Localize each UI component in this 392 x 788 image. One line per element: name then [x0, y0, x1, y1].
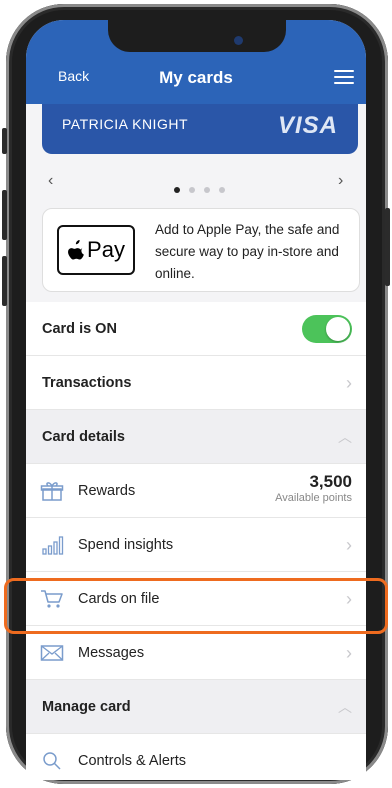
side-button-right: [385, 208, 390, 286]
card-on-row: Card is ON: [26, 302, 366, 356]
next-card-button[interactable]: ›: [338, 172, 343, 190]
chevron-right-icon: ›: [346, 535, 352, 555]
rewards-points-label: Available points: [275, 492, 352, 504]
messages-row[interactable]: Messages ›: [26, 626, 366, 680]
manage-card-section[interactable]: Manage card ︿: [26, 680, 366, 734]
controls-alerts-label: Controls & Alerts: [78, 753, 186, 769]
side-button-left: [2, 128, 7, 154]
notch: [108, 20, 286, 52]
side-button-left: [2, 256, 7, 306]
rewards-points: 3,500 Available points: [275, 472, 352, 504]
card-on-toggle[interactable]: [302, 315, 352, 343]
card-holder-name: PATRICIA KNIGHT: [62, 116, 188, 132]
camera: [234, 36, 243, 45]
screen: Back My cards PATRICIA KNIGHT VISA ‹ › P…: [26, 20, 366, 780]
carousel-dot[interactable]: [174, 187, 180, 193]
rewards-label: Rewards: [78, 483, 136, 499]
transactions-label: Transactions: [42, 375, 132, 391]
transactions-row[interactable]: Transactions ›: [26, 356, 366, 410]
previous-card-button[interactable]: ‹: [48, 172, 53, 190]
controls-alerts-row[interactable]: Controls & Alerts: [26, 734, 366, 780]
apple-logo-icon: [68, 239, 84, 259]
chevron-up-icon: ︿: [338, 429, 352, 445]
apple-pay-button[interactable]: Pay: [57, 225, 135, 275]
carousel-dots: [174, 180, 234, 198]
carousel-dot[interactable]: [204, 187, 210, 193]
highlight-box: [4, 578, 388, 634]
card-details-section[interactable]: Card details ︿: [26, 410, 366, 464]
rewards-points-value: 3,500: [309, 472, 352, 491]
carousel-dot[interactable]: [219, 187, 225, 193]
apple-pay-banner: Pay Add to Apple Pay, the safe and secur…: [42, 208, 360, 292]
card-settings-list: Card is ON Transactions › Card details ︿…: [26, 302, 366, 780]
search-icon: [43, 752, 61, 770]
chevron-up-icon: ︿: [338, 699, 352, 715]
chevron-right-icon: ›: [346, 643, 352, 663]
toggle-knob: [326, 317, 350, 341]
apple-pay-text: Pay: [87, 237, 125, 262]
visa-logo: VISA: [277, 112, 338, 139]
manage-card-label: Manage card: [42, 699, 131, 715]
card-on-label: Card is ON: [42, 321, 117, 337]
chevron-right-icon: ›: [346, 373, 352, 393]
spend-insights-label: Spend insights: [78, 537, 174, 553]
page-title: My cards: [159, 68, 233, 87]
bar-chart-icon: [42, 536, 64, 555]
menu-icon[interactable]: [334, 70, 354, 84]
rewards-icon: [40, 482, 64, 501]
rewards-row[interactable]: Rewards 3,500 Available points: [26, 464, 366, 518]
credit-card[interactable]: PATRICIA KNIGHT VISA: [42, 104, 358, 154]
envelope-icon: [40, 645, 64, 661]
side-button-left: [2, 190, 7, 240]
apple-pay-description: Add to Apple Pay, the safe and secure wa…: [155, 222, 340, 281]
carousel-dot[interactable]: [189, 187, 195, 193]
messages-label: Messages: [78, 645, 145, 661]
spend-insights-row[interactable]: Spend insights ›: [26, 518, 366, 572]
card-details-label: Card details: [42, 429, 125, 445]
